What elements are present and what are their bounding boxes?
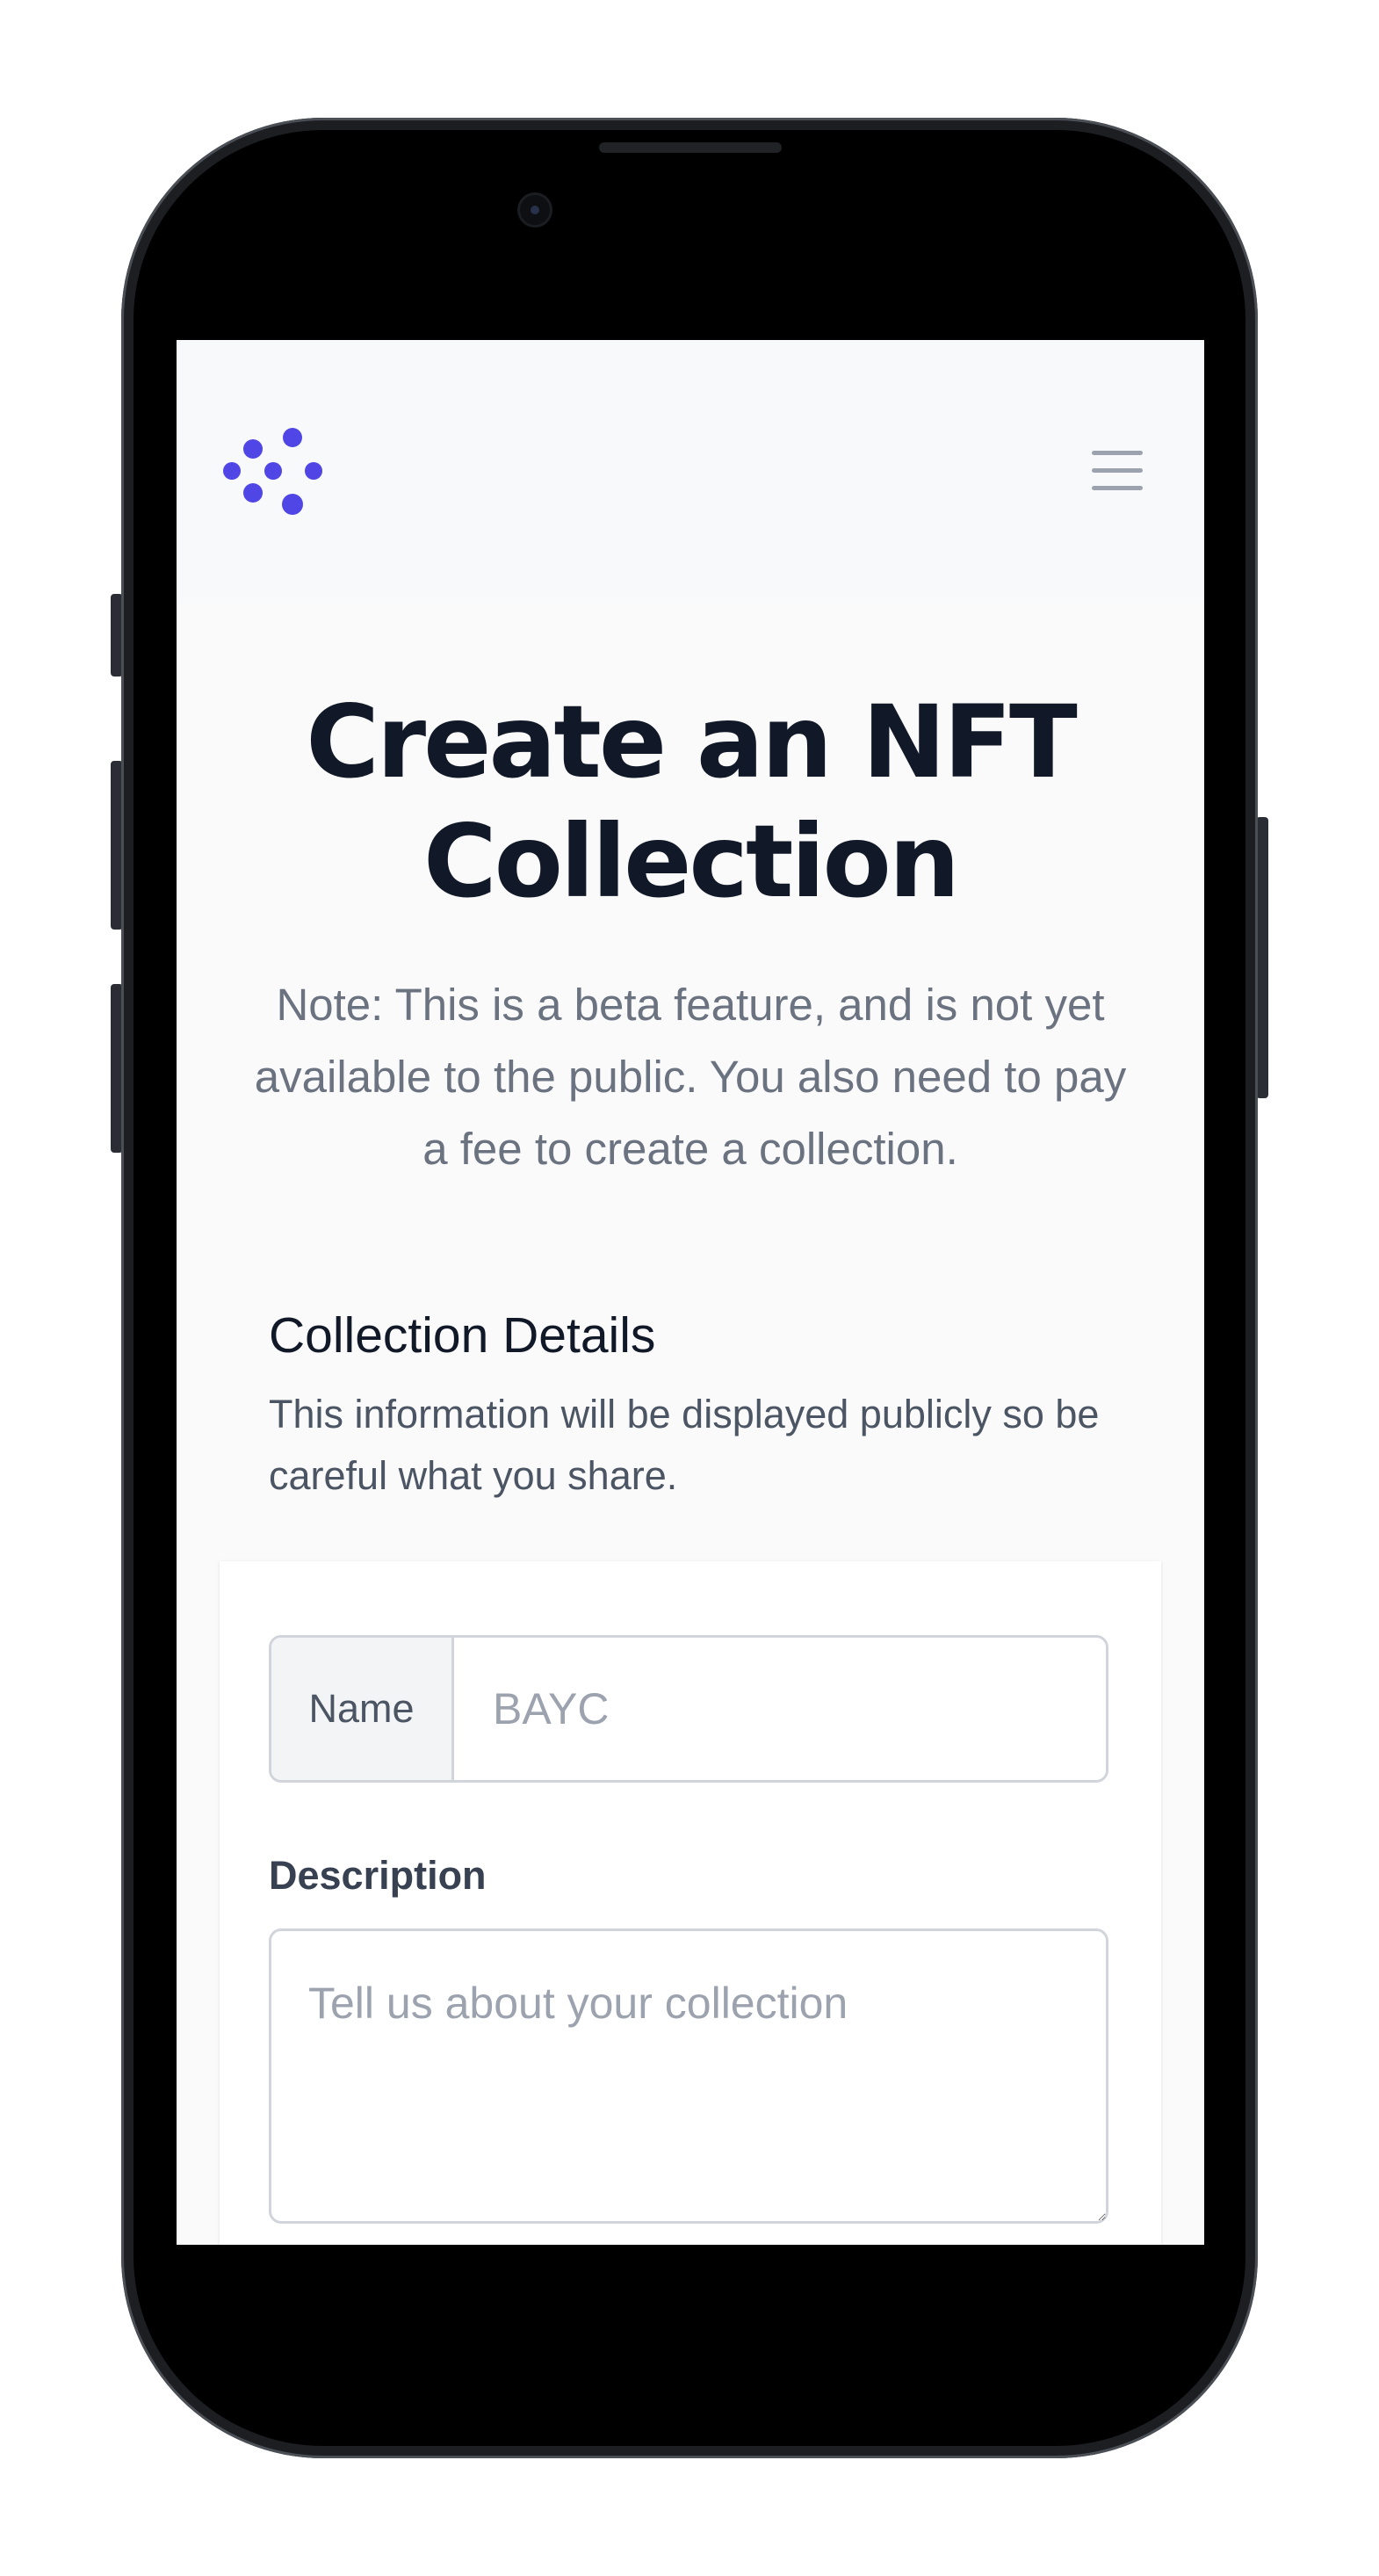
- description-textarea[interactable]: [269, 1928, 1108, 2224]
- phone-screen: Create an NFT Collection Note: This is a…: [177, 340, 1204, 2245]
- beta-note: Note: This is a beta feature, and is not…: [254, 980, 1127, 1174]
- description-label: Description: [269, 1853, 487, 1898]
- device-frame-stage: Create an NFT Collection Note: This is a…: [0, 0, 1379, 2576]
- front-camera: [520, 195, 550, 225]
- brand-logo-icon[interactable]: [222, 425, 324, 517]
- name-addon-label: Name: [271, 1638, 454, 1780]
- section-title: Collection Details: [269, 1307, 656, 1364]
- page-title: Create an NFT Collection: [306, 684, 1077, 920]
- name-input-group: Name: [269, 1635, 1108, 1783]
- top-navigation-bar: [177, 340, 1204, 604]
- hamburger-menu-icon[interactable]: [1087, 444, 1148, 498]
- section-description: This information will be displayed publi…: [269, 1392, 1100, 1498]
- power-button: [1256, 817, 1268, 1098]
- earpiece-speaker: [599, 142, 782, 153]
- name-input[interactable]: [454, 1638, 1106, 1780]
